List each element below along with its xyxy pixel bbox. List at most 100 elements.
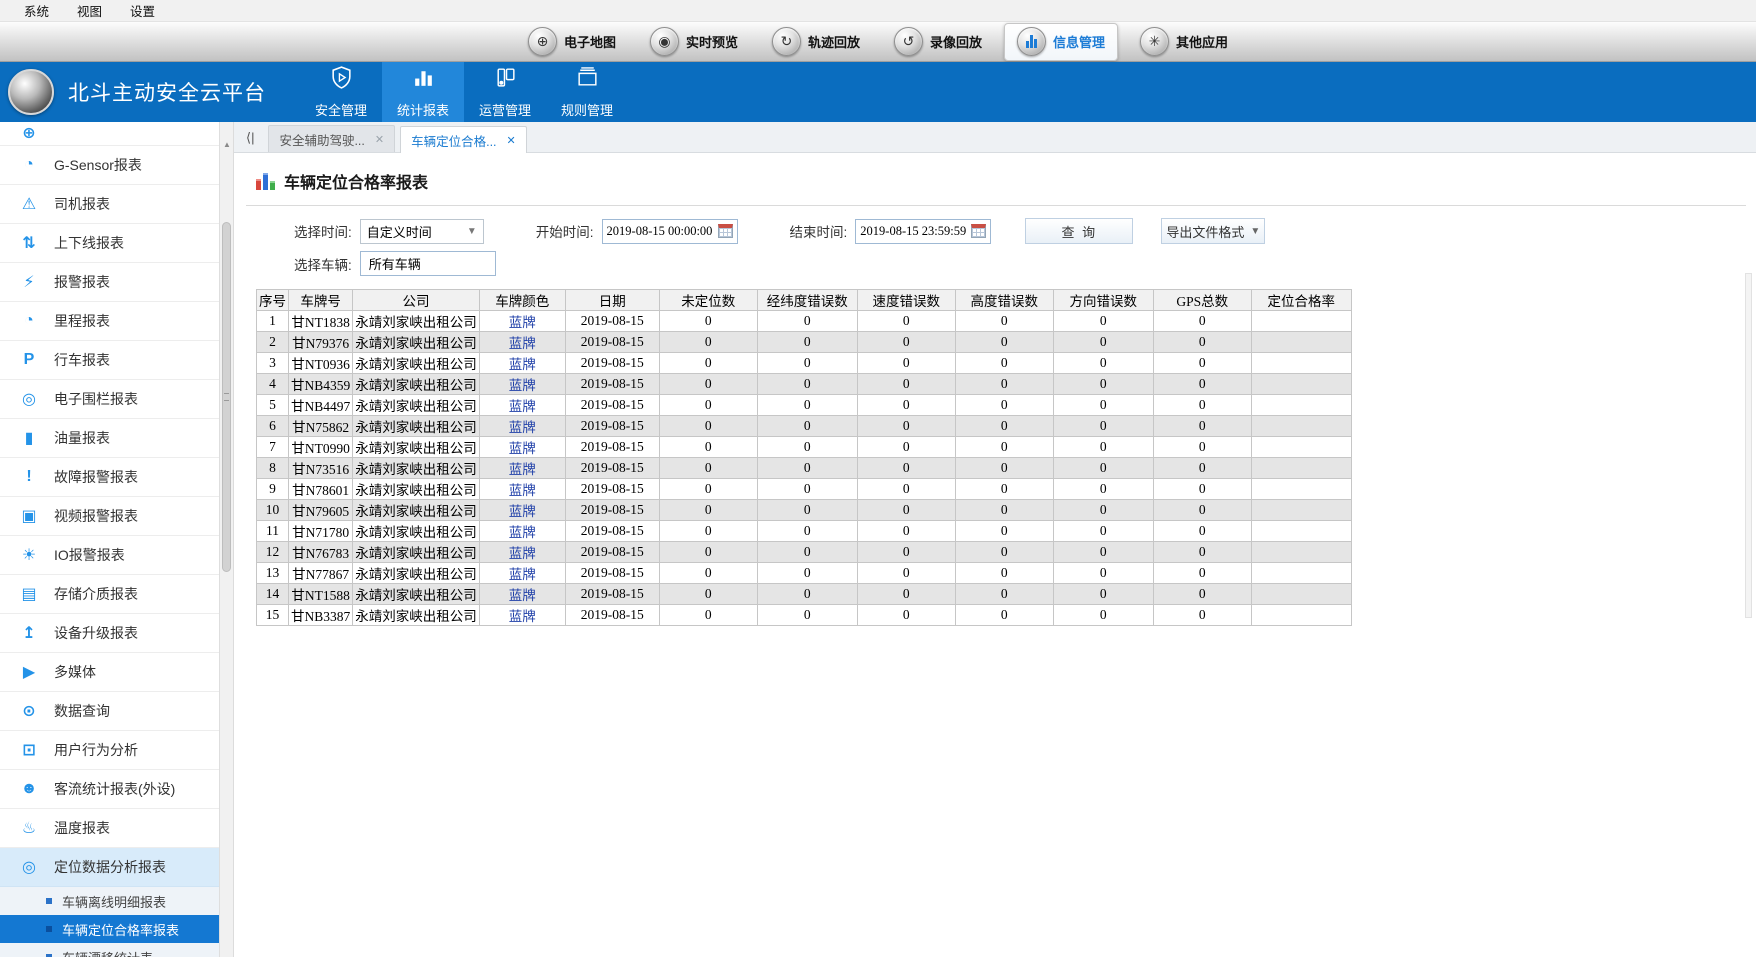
table-row[interactable]: 4甘NB4359永靖刘家峡出租公司蓝牌2019-08-15000000 bbox=[257, 374, 1352, 395]
sidebar-item-数据查询[interactable]: ⊙数据查询 bbox=[0, 692, 219, 731]
table-row[interactable]: 10甘N79605永靖刘家峡出租公司蓝牌2019-08-15000000 bbox=[257, 500, 1352, 521]
calendar-icon[interactable] bbox=[718, 224, 733, 238]
table-row[interactable]: 11甘N71780永靖刘家峡出租公司蓝牌2019-08-15000000 bbox=[257, 521, 1352, 542]
cell: 永靖刘家峡出租公司 bbox=[353, 437, 480, 458]
table-row[interactable]: 2甘N79376永靖刘家峡出租公司蓝牌2019-08-15000000 bbox=[257, 332, 1352, 353]
globe-icon: ⊕ bbox=[18, 123, 40, 143]
cell: 0 bbox=[857, 395, 955, 416]
toolbar-button-6[interactable]: ✳其他应用 bbox=[1128, 24, 1240, 60]
cell: 0 bbox=[955, 458, 1053, 479]
cell: 0 bbox=[955, 374, 1053, 395]
cell: 2019-08-15 bbox=[565, 416, 659, 437]
table-row[interactable]: 3甘NT0936永靖刘家峡出租公司蓝牌2019-08-15000000 bbox=[257, 353, 1352, 374]
menu-item-0[interactable]: 系统 bbox=[10, 1, 63, 20]
cell: 永靖刘家峡出租公司 bbox=[353, 353, 480, 374]
toolbar-button-5[interactable]: 信息管理 bbox=[1004, 23, 1118, 61]
scrollbar-thumb[interactable] bbox=[222, 222, 231, 572]
sidebar-item-label: 里程报表 bbox=[54, 311, 110, 331]
document-tab-1[interactable]: 安全辅助驾驶... ✕ bbox=[268, 125, 395, 152]
cell: 6 bbox=[257, 416, 289, 437]
toolbar-button-4[interactable]: ↺录像回放 bbox=[882, 24, 994, 60]
sidebar-item-视频报警报表[interactable]: ▣视频报警报表 bbox=[0, 497, 219, 536]
cell: 0 bbox=[757, 500, 857, 521]
table-row[interactable]: 13甘N77867永靖刘家峡出租公司蓝牌2019-08-15000000 bbox=[257, 563, 1352, 584]
sidebar-item-用户行为分析[interactable]: ⊡用户行为分析 bbox=[0, 731, 219, 770]
sidebar-item-设备升级报表[interactable]: ↥设备升级报表 bbox=[0, 614, 219, 653]
cell: 0 bbox=[1053, 353, 1153, 374]
module-tab-3[interactable]: 运营管理 bbox=[464, 62, 546, 122]
cell: 0 bbox=[659, 521, 757, 542]
table-row[interactable]: 7甘NT0990永靖刘家峡出租公司蓝牌2019-08-15000000 bbox=[257, 437, 1352, 458]
sidebar-scrollbar[interactable]: ▲ bbox=[220, 122, 234, 957]
cell: 0 bbox=[1153, 395, 1251, 416]
cell: 2 bbox=[257, 332, 289, 353]
sidebar-item-油量报表[interactable]: ▮油量报表 bbox=[0, 419, 219, 458]
sidebar-item-客流统计报表(外设)[interactable]: ☻客流统计报表(外设) bbox=[0, 770, 219, 809]
sidebar-item-温度报表[interactable]: ♨温度报表 bbox=[0, 809, 219, 848]
cell: 0 bbox=[1153, 416, 1251, 437]
table-row[interactable]: 15甘NB3387永靖刘家峡出租公司蓝牌2019-08-15000000 bbox=[257, 605, 1352, 626]
table-row[interactable]: 5甘NB4497永靖刘家峡出租公司蓝牌2019-08-15000000 bbox=[257, 395, 1352, 416]
table-row[interactable]: 12甘N76783永靖刘家峡出租公司蓝牌2019-08-15000000 bbox=[257, 542, 1352, 563]
toolbar-button-3[interactable]: ↻轨迹回放 bbox=[760, 24, 872, 60]
sidebar-item-IO报警报表[interactable]: ☀IO报警报表 bbox=[0, 536, 219, 575]
cell: 12 bbox=[257, 542, 289, 563]
tab-label: 安全辅助驾驶... bbox=[279, 130, 364, 149]
query-button[interactable]: 查 询 bbox=[1025, 218, 1133, 244]
sidebar-item-行车报表[interactable]: P行车报表 bbox=[0, 341, 219, 380]
module-tab-4[interactable]: 规则管理 bbox=[546, 62, 628, 122]
cell: 0 bbox=[955, 311, 1053, 332]
sidebar-subitem-车辆定位合格率报表[interactable]: 车辆定位合格率报表 bbox=[0, 915, 219, 943]
rules-folder-icon bbox=[575, 65, 600, 95]
sidebar-item-label: 定位数据分析报表 bbox=[54, 857, 166, 877]
table-row[interactable]: 9甘N78601永靖刘家峡出租公司蓝牌2019-08-15000000 bbox=[257, 479, 1352, 500]
vehicle-select-input[interactable]: 所有车辆 bbox=[360, 251, 496, 276]
table-row[interactable]: 14甘NT1588永靖刘家峡出租公司蓝牌2019-08-15000000 bbox=[257, 584, 1352, 605]
tab-scroll-left-button[interactable]: ⟨| bbox=[246, 130, 254, 146]
sidebar-subitem-车辆漂移统计表[interactable]: 车辆漂移统计表 bbox=[0, 943, 219, 957]
sidebar-item-上下线报表[interactable]: ⇅上下线报表 bbox=[0, 224, 219, 263]
cell: 0 bbox=[1153, 584, 1251, 605]
cell: 0 bbox=[757, 563, 857, 584]
tab-close-icon[interactable]: ✕ bbox=[375, 133, 384, 146]
table-scrollbar-track[interactable] bbox=[1745, 273, 1752, 618]
table-row[interactable]: 1甘NT1838永靖刘家峡出租公司蓝牌2019-08-15000000 bbox=[257, 311, 1352, 332]
menu-item-1[interactable]: 视图 bbox=[63, 1, 116, 20]
cell: 0 bbox=[659, 311, 757, 332]
user-behavior-icon: ⊡ bbox=[18, 740, 40, 760]
end-time-input[interactable]: 2019-08-15 23:59:59 bbox=[855, 219, 991, 244]
toolbar-button-1[interactable]: ⊕电子地图 bbox=[516, 24, 628, 60]
cell: 0 bbox=[659, 563, 757, 584]
sidebar-item-报警报表[interactable]: ⚡报警报表 bbox=[0, 263, 219, 302]
cell: 蓝牌 bbox=[479, 605, 565, 626]
sidebar-item-G-Sensor报表[interactable]: ◔G-Sensor报表 bbox=[0, 146, 219, 185]
sidebar-item-司机报表[interactable]: ⚠司机报表 bbox=[0, 185, 219, 224]
export-format-button[interactable]: 导出文件格式 ▼ bbox=[1161, 218, 1265, 244]
scroll-up-arrow-icon[interactable]: ▲ bbox=[220, 140, 234, 149]
sidebar-item-定位数据分析报表[interactable]: ◎定位数据分析报表 bbox=[0, 848, 219, 887]
module-tab-2[interactable]: 统计报表 bbox=[382, 62, 464, 122]
sidebar-item-存储介质报表[interactable]: ▤存储介质报表 bbox=[0, 575, 219, 614]
tab-close-icon[interactable]: ✕ bbox=[507, 134, 516, 147]
sidebar-item-多媒体[interactable]: ▶多媒体 bbox=[0, 653, 219, 692]
cell: 0 bbox=[857, 584, 955, 605]
table-row[interactable]: 6甘N75862永靖刘家峡出租公司蓝牌2019-08-15000000 bbox=[257, 416, 1352, 437]
calendar-icon[interactable] bbox=[971, 224, 986, 238]
sidebar-subitem-车辆离线明细报表[interactable]: 车辆离线明细报表 bbox=[0, 887, 219, 915]
table-row[interactable]: 8甘N73516永靖刘家峡出租公司蓝牌2019-08-15000000 bbox=[257, 458, 1352, 479]
menu-bar: 系统视图设置 bbox=[0, 0, 1756, 22]
filter-row-time: 选择时间: 自定义时间 ▼ 开始时间: 2019-08-15 00:00:00 … bbox=[294, 218, 1756, 244]
time-type-select[interactable]: 自定义时间 ▼ bbox=[360, 219, 484, 244]
document-tab-2[interactable]: 车辆定位合格...✕ bbox=[400, 126, 527, 153]
start-time-input[interactable]: 2019-08-15 00:00:00 bbox=[602, 219, 738, 244]
menu-item-2[interactable]: 设置 bbox=[116, 1, 169, 20]
module-tab-1[interactable]: 安全管理 bbox=[300, 62, 382, 122]
cell: 0 bbox=[1053, 500, 1153, 521]
sidebar-item-clipped[interactable]: ⊕ bbox=[0, 122, 219, 146]
toolbar-button-2[interactable]: ◉实时预览 bbox=[638, 24, 750, 60]
operations-icon bbox=[493, 65, 518, 95]
cell: 永靖刘家峡出租公司 bbox=[353, 563, 480, 584]
sidebar-item-故障报警报表[interactable]: !故障报警报表 bbox=[0, 458, 219, 497]
sidebar-item-电子围栏报表[interactable]: ◎电子围栏报表 bbox=[0, 380, 219, 419]
sidebar-item-里程报表[interactable]: ◔里程报表 bbox=[0, 302, 219, 341]
